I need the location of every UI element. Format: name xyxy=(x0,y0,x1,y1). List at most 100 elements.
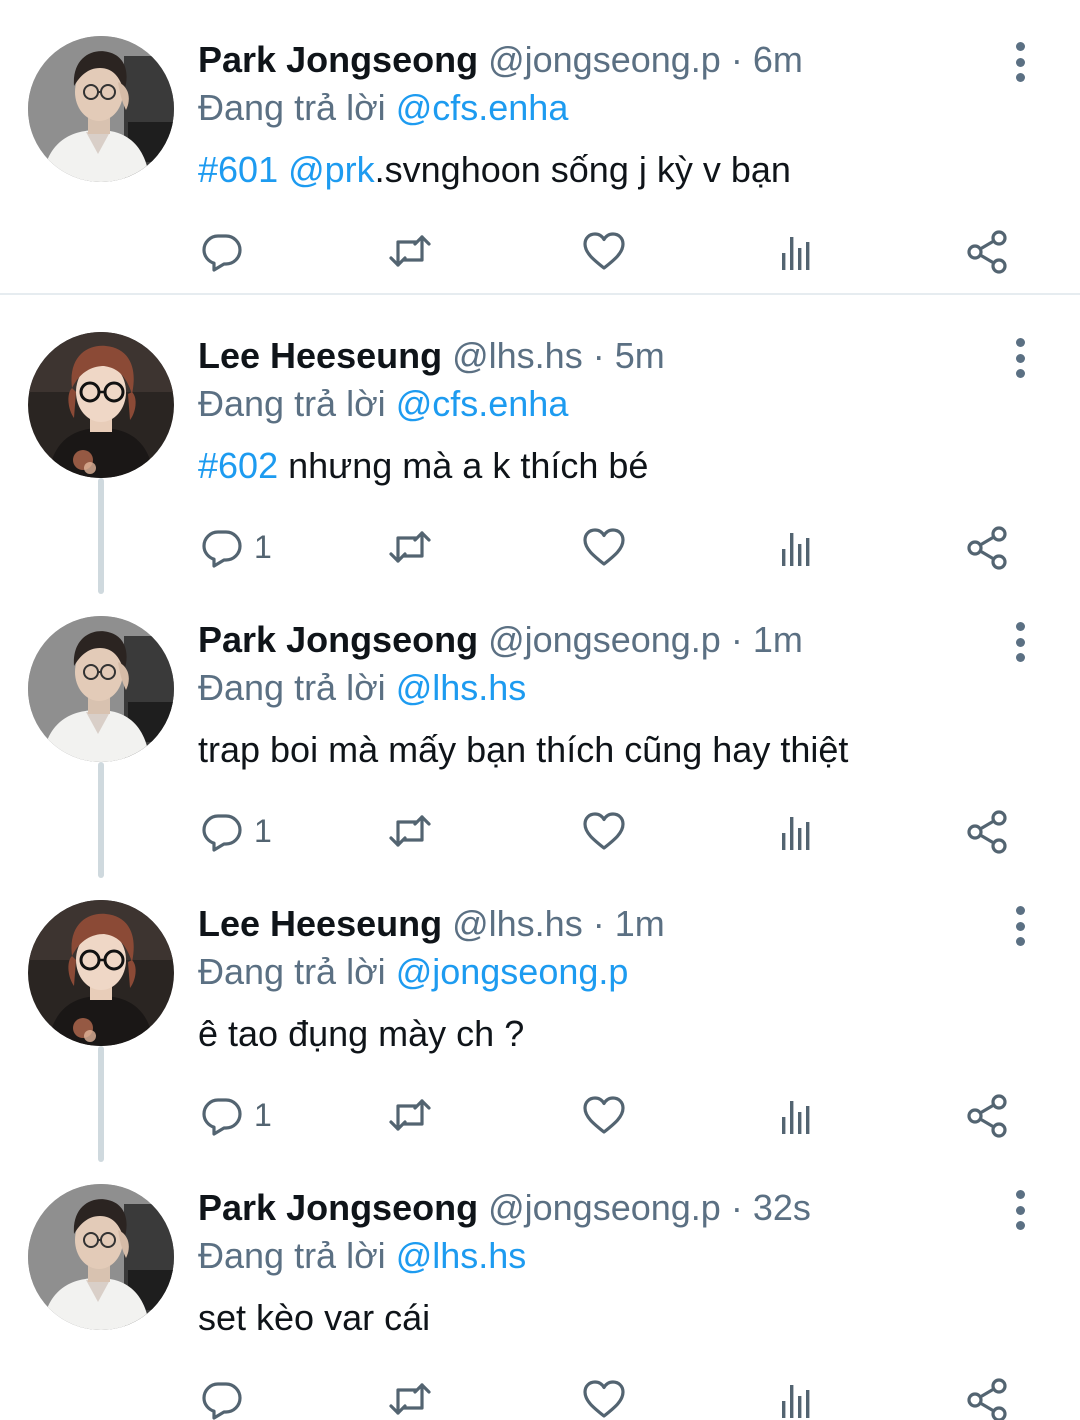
analytics-button[interactable] xyxy=(774,806,822,856)
analytics-icon xyxy=(782,817,810,850)
retweet-button[interactable] xyxy=(386,522,434,572)
like-button[interactable] xyxy=(580,522,628,572)
profile-photo xyxy=(28,332,174,478)
profile-photo xyxy=(28,616,174,762)
analytics-button[interactable] xyxy=(774,1090,822,1140)
author-handle[interactable]: @lhs.hs xyxy=(452,903,583,944)
tweet-time[interactable]: 6m xyxy=(753,39,803,80)
tweet-actions: 1 xyxy=(196,806,1026,856)
tweet-text-link[interactable]: #602 xyxy=(198,445,278,486)
replying-to-mention[interactable]: @cfs.enha xyxy=(396,383,569,424)
analytics-button[interactable] xyxy=(774,1374,822,1420)
more-options-icon[interactable] xyxy=(1010,338,1030,378)
retweet-button[interactable] xyxy=(386,1090,434,1140)
reply-count: 1 xyxy=(254,528,272,565)
reply-button[interactable] xyxy=(198,1374,254,1420)
tweet[interactable]: Park Jongseong @jongseong.p · 6m Đang tr… xyxy=(0,0,1080,295)
reply-count: 1 xyxy=(254,812,272,849)
reply-button[interactable]: 1 xyxy=(198,806,272,856)
reply-icon xyxy=(202,234,242,272)
avatar[interactable] xyxy=(28,616,174,762)
replying-to-mention[interactable]: @cfs.enha xyxy=(396,87,569,128)
tweet-time[interactable]: 32s xyxy=(753,1187,811,1228)
reply-button[interactable] xyxy=(198,226,254,276)
more-options-icon[interactable] xyxy=(1010,622,1030,662)
author-handle[interactable]: @jongseong.p xyxy=(488,1187,721,1228)
tweet[interactable]: Lee Heeseung @lhs.hs · 1m Đang trả lời @… xyxy=(0,864,1080,1148)
author-handle[interactable]: @jongseong.p xyxy=(488,619,721,660)
tweet-content: Lee Heeseung @lhs.hs · 1m Đang trả lời @… xyxy=(198,900,1080,1058)
profile-photo xyxy=(28,36,174,182)
retweet-icon xyxy=(389,235,431,267)
replying-to: Đang trả lời @cfs.enha xyxy=(198,84,1080,132)
like-button[interactable] xyxy=(580,226,628,276)
replying-to-label: Đang trả lời xyxy=(198,383,386,424)
reply-icon xyxy=(202,814,242,852)
tweet-content: Lee Heeseung @lhs.hs · 5m Đang trả lời @… xyxy=(198,332,1080,490)
reply-button[interactable]: 1 xyxy=(198,522,272,572)
retweet-button[interactable] xyxy=(386,1374,434,1420)
reply-icon xyxy=(202,530,242,568)
like-button[interactable] xyxy=(580,806,628,856)
reply-icon xyxy=(202,1382,242,1420)
tweet-time[interactable]: 5m xyxy=(615,335,665,376)
more-options-icon[interactable] xyxy=(1010,1190,1030,1230)
author-name[interactable]: Park Jongseong xyxy=(198,39,478,80)
like-button[interactable] xyxy=(580,1090,628,1140)
tweet-header: Lee Heeseung @lhs.hs · 5m xyxy=(198,332,1080,380)
share-button[interactable] xyxy=(964,1374,1012,1420)
separator: · xyxy=(730,39,743,80)
tweet[interactable]: Lee Heeseung @lhs.hs · 5m Đang trả lời @… xyxy=(0,296,1080,580)
author-handle[interactable]: @lhs.hs xyxy=(452,335,583,376)
replying-to: Đang trả lời @lhs.hs xyxy=(198,1232,1080,1280)
tweet-text-segment: set kèo var cái xyxy=(198,1297,431,1338)
replying-to: Đang trả lời @lhs.hs xyxy=(198,664,1080,712)
avatar[interactable] xyxy=(28,900,174,1046)
author-name[interactable]: Lee Heeseung xyxy=(198,903,442,944)
analytics-button[interactable] xyxy=(774,522,822,572)
author-name[interactable]: Park Jongseong xyxy=(198,1187,478,1228)
analytics-button[interactable] xyxy=(774,226,822,276)
tweet[interactable]: Park Jongseong @jongseong.p · 1m Đang tr… xyxy=(0,580,1080,864)
avatar[interactable] xyxy=(28,36,174,182)
author-handle[interactable]: @jongseong.p xyxy=(488,39,721,80)
heart-icon xyxy=(583,528,625,566)
share-button[interactable] xyxy=(964,1090,1012,1140)
avatar[interactable] xyxy=(28,332,174,478)
tweet-actions: 1 xyxy=(196,1090,1026,1140)
replying-to-mention[interactable]: @lhs.hs xyxy=(396,1235,527,1276)
tweet-text: trap boi mà mấy bạn thích cũng hay thiệt xyxy=(198,726,1080,774)
tweet-text: ê tao đụng mày ch ? xyxy=(198,1010,1080,1058)
more-options-icon[interactable] xyxy=(1010,42,1030,82)
tweet-time[interactable]: 1m xyxy=(753,619,803,660)
tweet-content: Park Jongseong @jongseong.p · 1m Đang tr… xyxy=(198,616,1080,774)
author-name[interactable]: Lee Heeseung xyxy=(198,335,442,376)
replying-to: Đang trả lời @cfs.enha xyxy=(198,380,1080,428)
replying-to-mention[interactable]: @lhs.hs xyxy=(396,667,527,708)
tweet-time[interactable]: 1m xyxy=(615,903,665,944)
replying-to-mention[interactable]: @jongseong.p xyxy=(396,951,629,992)
reply-button[interactable]: 1 xyxy=(198,1090,272,1140)
tweet-text-link[interactable]: #601 @prk xyxy=(198,149,375,190)
tweet-text-segment: .svnghoon sống j kỳ v bạn xyxy=(374,149,791,190)
share-button[interactable] xyxy=(964,226,1012,276)
tweet-header: Park Jongseong @jongseong.p · 6m xyxy=(198,36,1080,84)
author-name[interactable]: Park Jongseong xyxy=(198,619,478,660)
share-button[interactable] xyxy=(964,806,1012,856)
reply-count: 1 xyxy=(254,1096,272,1133)
retweet-button[interactable] xyxy=(386,806,434,856)
retweet-button[interactable] xyxy=(386,226,434,276)
replying-to-label: Đang trả lời xyxy=(198,87,386,128)
share-button[interactable] xyxy=(964,522,1012,572)
avatar[interactable] xyxy=(28,1184,174,1330)
analytics-icon xyxy=(782,533,810,566)
tweet-text: #602 nhưng mà a k thích bé xyxy=(198,442,1080,490)
tweet-text: set kèo var cái xyxy=(198,1294,1080,1342)
separator: · xyxy=(730,619,743,660)
like-button[interactable] xyxy=(580,1374,628,1420)
tweet-text-segment: trap boi mà mấy bạn thích cũng hay thiệt xyxy=(198,729,849,770)
tweet[interactable]: Park Jongseong @jongseong.p · 32s Đang t… xyxy=(0,1148,1080,1420)
tweet-actions xyxy=(196,1374,1026,1420)
more-options-icon[interactable] xyxy=(1010,906,1030,946)
analytics-icon xyxy=(782,237,810,270)
